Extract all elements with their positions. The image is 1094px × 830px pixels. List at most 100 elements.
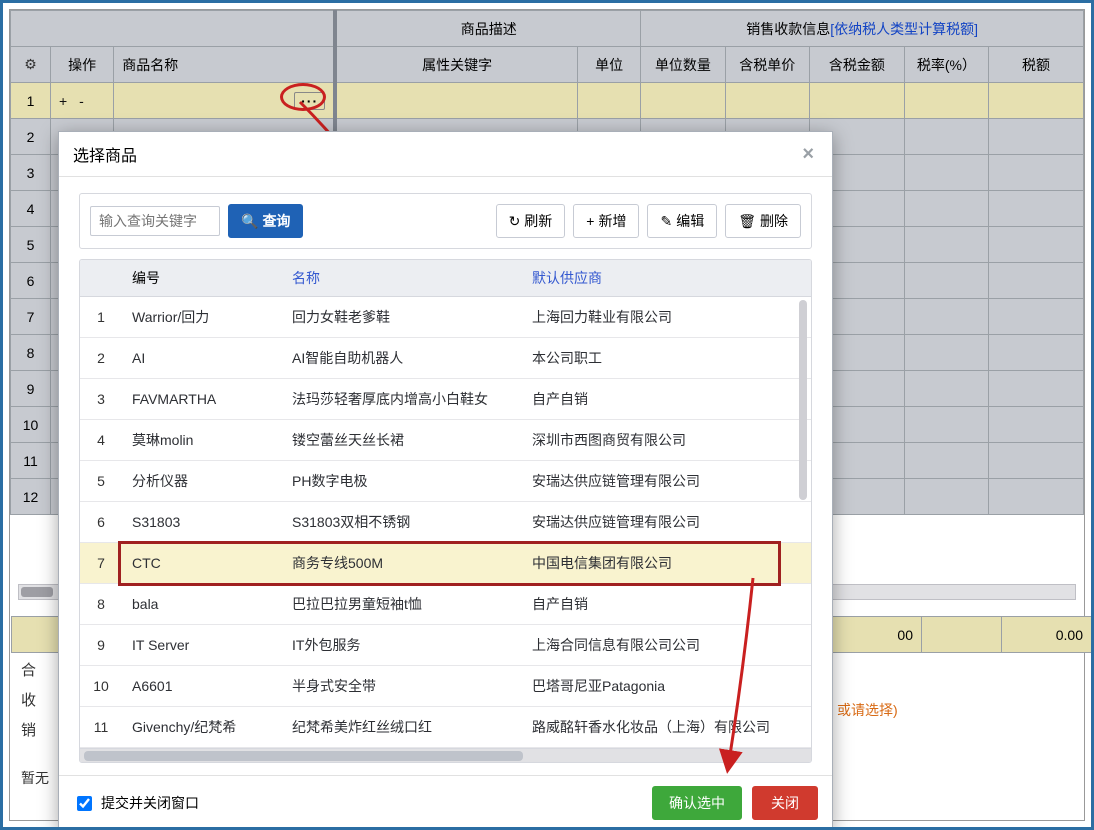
refresh-button[interactable]: ↻刷新 — [496, 204, 566, 238]
row-index: 9 — [80, 625, 122, 666]
add-button[interactable]: +新增 — [573, 204, 639, 238]
calc-tax-link[interactable]: [依纳税人类型计算税额] — [830, 21, 978, 37]
cell-supplier: 自产自销 — [522, 379, 811, 420]
table-row[interactable]: 3FAVMARTHA法玛莎轻奢厚底内增高小白鞋女自产自销 — [80, 379, 811, 420]
row-index: 11 — [80, 707, 122, 748]
close-button[interactable]: 关闭 — [752, 786, 818, 820]
row-number: 12 — [11, 479, 51, 515]
row-number: 8 — [11, 335, 51, 371]
row-index: 2 — [80, 338, 122, 379]
query-button[interactable]: 🔍 查询 — [228, 204, 303, 238]
cell-code: A6601 — [122, 666, 282, 707]
col-price: 含税单价 — [725, 47, 809, 83]
row-number: 11 — [11, 443, 51, 479]
row-index: 5 — [80, 461, 122, 502]
refresh-label: 刷新 — [524, 211, 552, 231]
product-picker-button[interactable]: ··· — [294, 92, 325, 110]
goods-table: 编号 名称 默认供应商 1Warrior/回力回力女鞋老爹鞋上海回力鞋业有限公司… — [80, 260, 811, 748]
cell-name: IT外包服务 — [282, 625, 522, 666]
submit-and-close-checkbox[interactable]: 提交并关闭窗口 — [73, 793, 199, 814]
delete-button[interactable]: 🗑删除 — [725, 204, 801, 238]
cell-code: AI — [122, 338, 282, 379]
row-index: 4 — [80, 420, 122, 461]
submit-and-close-label: 提交并关闭窗口 — [101, 793, 199, 813]
search-input[interactable] — [90, 206, 220, 236]
row-number: 1 — [11, 83, 51, 119]
edit-button[interactable]: ✎编辑 — [647, 204, 717, 238]
cell-supplier: 上海回力鞋业有限公司 — [522, 297, 811, 338]
label-receipt: 收 — [21, 686, 36, 716]
cell-code: FAVMARTHA — [122, 379, 282, 420]
refresh-icon: ↻ — [509, 213, 521, 230]
col-name: 名称 — [282, 260, 522, 297]
row-index: 10 — [80, 666, 122, 707]
delete-label: 删除 — [760, 211, 788, 231]
table-row[interactable]: 9IT ServerIT外包服务上海合同信息有限公司公司 — [80, 625, 811, 666]
dialog-toolbar: 🔍 查询 ↻刷新 +新增 ✎编辑 🗑删除 — [79, 193, 812, 249]
label-contract: 合 — [21, 656, 36, 686]
footer-amount-total: 00 — [832, 617, 922, 653]
no-history-label: 暂无 — [21, 768, 49, 788]
cell-supplier: 安瑞达供应链管理有限公司 — [522, 502, 811, 543]
trash-icon: 🗑 — [738, 213, 756, 230]
cell-name: 巴拉巴拉男童短袖t恤 — [282, 584, 522, 625]
table-row[interactable]: 7CTC商务专线500M中国电信集团有限公司 — [80, 543, 811, 584]
footer-tax-total: 0.00 — [1002, 617, 1092, 653]
table-row[interactable]: 2AIAI智能自助机器人本公司职工 — [80, 338, 811, 379]
row-ops[interactable]: + - — [51, 83, 114, 119]
cell-code: CTC — [122, 543, 282, 584]
row-index: 7 — [80, 543, 122, 584]
cell-name: 回力女鞋老爹鞋 — [282, 297, 522, 338]
cell-code: 莫琳molin — [122, 420, 282, 461]
col-supplier: 默认供应商 — [522, 260, 811, 297]
cell-name: 商务专线500M — [282, 543, 522, 584]
dialog-close-x[interactable]: × — [798, 143, 818, 166]
search-icon: 🔍 — [241, 213, 258, 230]
header-right-label: 销售收款信息 — [746, 21, 830, 37]
goods-vertical-scrollbar[interactable] — [799, 300, 807, 500]
dialog-title: 选择商品 — [73, 142, 137, 166]
row-number: 9 — [11, 371, 51, 407]
row-index: 8 — [80, 584, 122, 625]
col-rate: 税率(%） — [904, 47, 988, 83]
cell-supplier: 中国电信集团有限公司 — [522, 543, 811, 584]
cell-supplier: 本公司职工 — [522, 338, 811, 379]
gear-icon[interactable]: ⚙ — [11, 47, 51, 83]
table-row[interactable]: 5分析仪器PH数字电极安瑞达供应链管理有限公司 — [80, 461, 811, 502]
row-number: 5 — [11, 227, 51, 263]
cell-name: 镂空蕾丝天丝长裙 — [282, 420, 522, 461]
edit-icon: ✎ — [660, 213, 672, 230]
cell-name: S31803双相不锈钢 — [282, 502, 522, 543]
cell-supplier: 路威酩轩香水化妆品（上海）有限公司 — [522, 707, 811, 748]
table-row[interactable]: 4莫琳molin镂空蕾丝天丝长裙深圳市西图商贸有限公司 — [80, 420, 811, 461]
cell-name: PH数字电极 — [282, 461, 522, 502]
col-tax: 税额 — [989, 47, 1084, 83]
header-group-right: 销售收款信息[依纳税人类型计算税额] — [641, 11, 1084, 47]
col-op: 操作 — [51, 47, 114, 83]
cell-code: Givenchy/纪梵希 — [122, 707, 282, 748]
cell-supplier: 深圳市西图商贸有限公司 — [522, 420, 811, 461]
table-row[interactable]: 11Givenchy/纪梵希纪梵希美炸红丝绒口红路威酩轩香水化妆品（上海）有限公… — [80, 707, 811, 748]
plus-icon: + — [586, 213, 594, 229]
cell-supplier: 安瑞达供应链管理有限公司 — [522, 461, 811, 502]
table-row[interactable]: 6S31803S31803双相不锈钢安瑞达供应链管理有限公司 — [80, 502, 811, 543]
submit-and-close-input[interactable] — [77, 796, 92, 811]
table-row[interactable]: 1Warrior/回力回力女鞋老爹鞋上海回力鞋业有限公司 — [80, 297, 811, 338]
confirm-select-button[interactable]: 确认选中 — [652, 786, 742, 820]
app-frame: 商品描述 销售收款信息[依纳税人类型计算税额] ⚙ 操作 商品名称 属性关键字 … — [0, 0, 1094, 830]
row-index: 1 — [80, 297, 122, 338]
col-unit: 单位 — [578, 47, 641, 83]
table-row[interactable]: 8bala巴拉巴拉男童短袖t恤自产自销 — [80, 584, 811, 625]
grid-row[interactable]: 1+ - ··· — [11, 83, 1084, 119]
goods-horizontal-scrollbar[interactable] — [80, 748, 811, 762]
row-index: 3 — [80, 379, 122, 420]
table-row[interactable]: 10A6601半身式安全带巴塔哥尼亚Patagonia — [80, 666, 811, 707]
col-attr: 属性关键字 — [335, 47, 577, 83]
row-number: 10 — [11, 407, 51, 443]
row-number: 2 — [11, 119, 51, 155]
cell-code: Warrior/回力 — [122, 297, 282, 338]
cell-code: bala — [122, 584, 282, 625]
cell-name: 纪梵希美炸红丝绒口红 — [282, 707, 522, 748]
cell-supplier: 上海合同信息有限公司公司 — [522, 625, 811, 666]
bottom-left-labels: 合 收 销 — [21, 656, 36, 746]
